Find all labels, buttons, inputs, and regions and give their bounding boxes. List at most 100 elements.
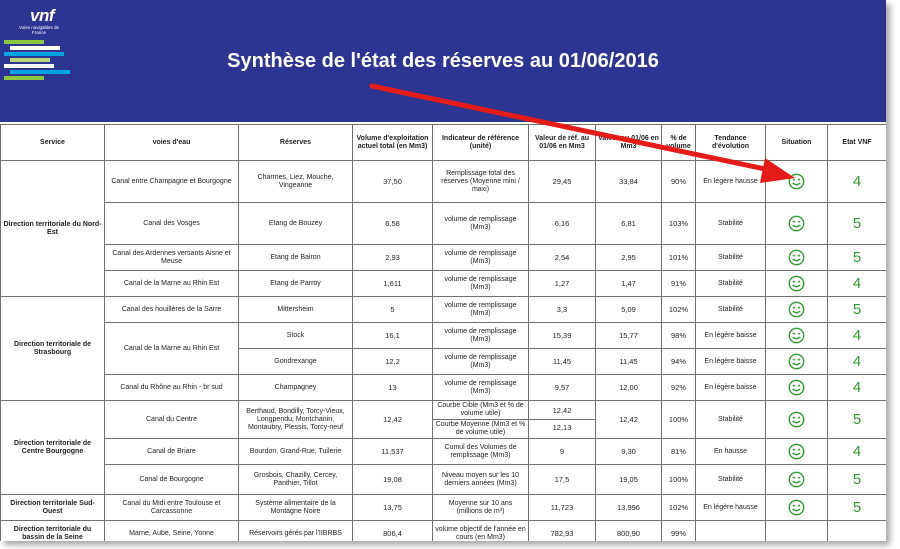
header-indicateur: Indicateur de référence (unité) xyxy=(432,124,529,161)
voie-cell: Canal du Rhône au Rhin - br sud xyxy=(104,374,239,401)
header-pct: % de volume xyxy=(661,124,696,161)
valeur-ref-cell: 3,3 xyxy=(528,296,596,323)
reserve-cell: Champagney xyxy=(238,374,353,401)
smiley-icon xyxy=(788,249,805,266)
valeur-0106-cell: 6,81 xyxy=(595,202,662,245)
situation-cell xyxy=(765,296,828,323)
valeur-ref-cell: 29,45 xyxy=(528,160,596,203)
valeur-ref-sub-top: 12,42 xyxy=(529,403,595,420)
etat-cell: 5 xyxy=(827,464,886,495)
service-cell: Direction territoriale de Strasbourg xyxy=(0,296,105,401)
table-row: Direction territoriale de Strasbourg Cana… xyxy=(0,296,886,401)
etat-cell: 4 xyxy=(827,160,886,203)
valeur-ref-cell: 782,93 xyxy=(528,520,596,541)
volume-cell: 13 xyxy=(352,374,433,401)
voie-cell: Canal entre Champagne et Bourgogne xyxy=(104,160,239,203)
table-row: Direction territoriale Sud-Ouest Canal du… xyxy=(0,494,886,521)
smiley-icon xyxy=(788,471,805,488)
voie-cell: Canal des Ardennes versants Aisne et Meu… xyxy=(104,244,239,271)
tendance-cell: En légère baisse xyxy=(695,374,766,401)
valeur-0106-cell: 15,77 xyxy=(595,322,662,349)
etat-cell: 5 xyxy=(827,202,886,245)
header-reserves: Réserves xyxy=(238,124,353,161)
table-row: Direction territoriale du bassin de la S… xyxy=(0,520,886,541)
valeur-0106-cell: 11,45 xyxy=(595,348,662,375)
header-service: Service xyxy=(0,124,105,161)
logo-subtitle: Voies navigables de France xyxy=(18,25,60,35)
header-voies: voies d'eau xyxy=(104,124,239,161)
header-situation: Situation xyxy=(765,124,828,161)
indicateur-sub-top: Courbe Cible (Mm3 et % de volume utile) xyxy=(433,402,528,420)
reserve-cell: Gondrexange xyxy=(238,348,353,375)
smiley-icon xyxy=(788,215,805,232)
table-row: Canal de la Marne au Rhin Est Etang de Pa… xyxy=(1,270,886,297)
etat-cell: 5 xyxy=(827,494,886,521)
voie-cell: Canal de Bourgogne xyxy=(104,464,239,495)
smiley-icon xyxy=(788,379,805,396)
reserve-cell: Grosbois, Chazilly, Cercey, Panthier, Ti… xyxy=(238,464,353,495)
valeur-ref-cell: 15,39 xyxy=(528,322,596,349)
service-cell: Direction territoriale de Centre Bourgog… xyxy=(0,400,105,495)
pct-cell: 100% xyxy=(661,464,696,495)
tendance-cell: Stabilité xyxy=(695,400,766,439)
etat-cell: 4 xyxy=(827,322,886,349)
volume-cell: 12,42 xyxy=(352,400,433,439)
indicateur-cell: Moyenne sur 10 ans (millions de m³) xyxy=(432,494,529,521)
valeur-0106-cell: 12,00 xyxy=(595,374,662,401)
tendance-cell xyxy=(695,520,766,541)
valeur-0106-cell: 800,90 xyxy=(595,520,662,541)
header-tendance: Tendance d'évolution xyxy=(695,124,766,161)
smiley-icon xyxy=(788,301,805,318)
voie-cell: Canal des Vosges xyxy=(104,202,239,245)
table-row: Canal de la Marne au Rhin Est Stock 16,1 vo… xyxy=(1,322,886,375)
situation-cell xyxy=(765,374,828,401)
tendance-cell: Stabilité xyxy=(695,296,766,323)
etat-cell: 5 xyxy=(827,296,886,323)
indicateur-cell: volume de remplissage (Mm3) xyxy=(432,322,529,349)
valeur-0106-cell: 33,84 xyxy=(595,160,662,203)
valeur-ref-sub-bottom: 12,13 xyxy=(552,423,572,432)
header-valeur-0106: Valeur au 01/06 en Mm3 xyxy=(595,124,662,161)
reserve-cell: Berthaud, Bondilly, Torcy-Vieux, Longpen… xyxy=(238,400,353,439)
indicateur-cell: Niveau moyen sur les 10 derniers années … xyxy=(432,464,529,495)
indicateur-cell: volume de remplissage (Mm3) xyxy=(432,374,529,401)
situation-cell xyxy=(765,244,828,271)
pct-cell: 102% xyxy=(661,296,696,323)
table-row: Canal de Bourgogne Grosbois, Chazilly, Ce… xyxy=(1,464,886,495)
logo-stripe xyxy=(4,76,44,80)
etat-cell: 4 xyxy=(827,374,886,401)
table-row: Canal de Briare Bourdon, Grand-Rue, Tuile… xyxy=(1,438,886,465)
indicateur-cell: volume de remplissage (Mm3) xyxy=(432,244,529,271)
tendance-cell: Stabilité xyxy=(695,464,766,495)
volume-cell: 37,50 xyxy=(352,160,433,203)
situation-cell xyxy=(765,464,828,495)
tendance-cell: En légère hausse xyxy=(695,494,766,521)
page-title: Synthèse de l'état des réserves au 01/06… xyxy=(227,50,659,72)
pct-cell: 102% xyxy=(661,494,696,521)
tendance-cell: En légère baisse xyxy=(695,348,766,375)
reserve-cell: Etang de Bouzey xyxy=(238,202,353,245)
reserves-table-wrap: Service voies d'eau Réserves Volume d'ex… xyxy=(0,124,886,541)
pct-cell: 90% xyxy=(661,160,696,203)
situation-cell xyxy=(765,400,828,439)
header-volume: Volume d'exploitation actuel total (en M… xyxy=(352,124,433,161)
etat-cell: 4 xyxy=(827,270,886,297)
volume-cell: 5 xyxy=(352,296,433,323)
volume-cell: 16,1 xyxy=(352,322,433,349)
table-row: Canal du Rhône au Rhin - br sud Champagne… xyxy=(1,374,886,401)
smiley-icon xyxy=(788,443,805,460)
voie-cell: Canal de la Marne au Rhin Est xyxy=(104,322,239,375)
valeur-ref-cell: 12,42 12,13 xyxy=(528,400,596,439)
smiley-icon xyxy=(788,275,805,292)
table-header-row: Service voies d'eau Réserves Volume d'ex… xyxy=(0,124,886,161)
pct-cell: 98% xyxy=(661,322,696,349)
voie-cell: Canal du Midi entre Toulouse et Carcasso… xyxy=(104,494,239,521)
volume-cell: 11,537 xyxy=(352,438,433,465)
reserve-cell: Etang de Parroy xyxy=(238,270,353,297)
valeur-0106-cell: 1,47 xyxy=(595,270,662,297)
situation-cell xyxy=(765,348,828,375)
reserve-cell: Etang de Bairon xyxy=(238,244,353,271)
etat-cell: 4 xyxy=(827,438,886,465)
reserves-table: Service voies d'eau Réserves Volume d'ex… xyxy=(0,124,886,541)
reserve-cell: Système alimentaire de la Montagne Noire xyxy=(238,494,353,521)
